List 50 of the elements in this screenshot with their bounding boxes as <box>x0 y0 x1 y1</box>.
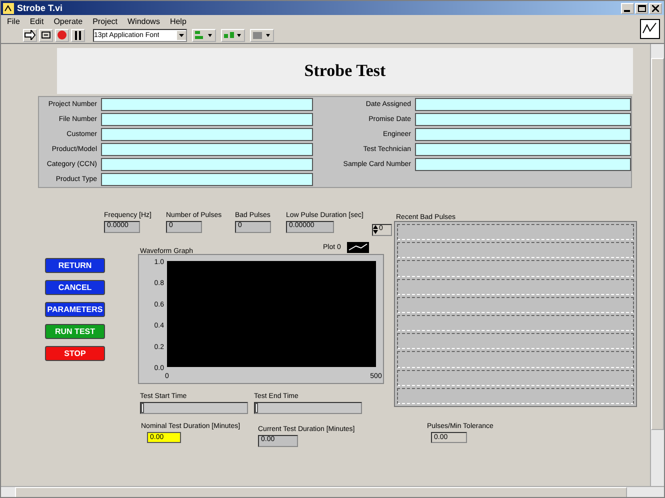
align-objects-button[interactable] <box>192 28 216 42</box>
dropdown-arrow-icon <box>177 30 186 40</box>
pause-icon <box>74 30 82 40</box>
close-button[interactable] <box>649 2 662 14</box>
text-field[interactable] <box>415 158 631 171</box>
run-arrow-button[interactable] <box>23 28 37 42</box>
menu-item[interactable]: Windows <box>128 16 160 26</box>
spinner-arrows-icon[interactable] <box>373 225 378 234</box>
menu-item[interactable]: Edit <box>30 16 44 26</box>
maximize-button[interactable] <box>635 2 648 14</box>
text-field[interactable] <box>101 128 313 141</box>
window-title: Strobe T.vi <box>17 3 64 13</box>
text-field[interactable] <box>415 113 631 126</box>
action-button[interactable]: PARAMETERS <box>45 302 105 317</box>
vi-connector-icon[interactable] <box>640 19 660 39</box>
action-button[interactable]: RETURN <box>45 258 105 273</box>
menu-item[interactable]: File <box>7 16 20 26</box>
menu-item[interactable]: Help <box>170 16 186 26</box>
text-field[interactable] <box>101 113 313 126</box>
align-icon <box>194 30 214 40</box>
text-field[interactable] <box>101 173 313 186</box>
minimize-button[interactable] <box>621 2 634 14</box>
reorder-button[interactable] <box>250 28 274 42</box>
close-icon <box>652 4 659 12</box>
slide-thumb[interactable] <box>141 403 144 413</box>
horizontal-scrollbar[interactable] <box>1 486 664 497</box>
plot-line-icon <box>346 242 369 253</box>
text-field[interactable] <box>101 158 313 171</box>
text-field[interactable] <box>415 128 631 141</box>
text-field[interactable] <box>101 98 313 111</box>
pause-button[interactable] <box>71 28 85 42</box>
slide-thumb[interactable] <box>255 403 258 413</box>
distribute-icon <box>223 30 243 40</box>
action-button[interactable]: CANCEL <box>45 280 105 295</box>
arrow-icon <box>24 30 36 40</box>
text-field[interactable] <box>415 98 631 111</box>
menu-item[interactable]: Project <box>92 16 118 26</box>
vertical-scrollbar[interactable] <box>650 44 664 486</box>
menu-item[interactable]: Operate <box>54 16 83 26</box>
run-continuous-button[interactable] <box>39 28 53 42</box>
text-field[interactable] <box>415 143 631 156</box>
text-field[interactable] <box>101 143 313 156</box>
maximize-icon <box>638 4 646 12</box>
panel-title: Strobe Test <box>304 61 386 81</box>
stop-sign-icon <box>57 30 67 40</box>
action-button[interactable]: STOP <box>45 346 105 361</box>
distribute-objects-button[interactable] <box>221 28 245 42</box>
reorder-icon <box>252 30 272 40</box>
abort-button[interactable] <box>55 28 69 42</box>
app-icon <box>3 2 14 14</box>
